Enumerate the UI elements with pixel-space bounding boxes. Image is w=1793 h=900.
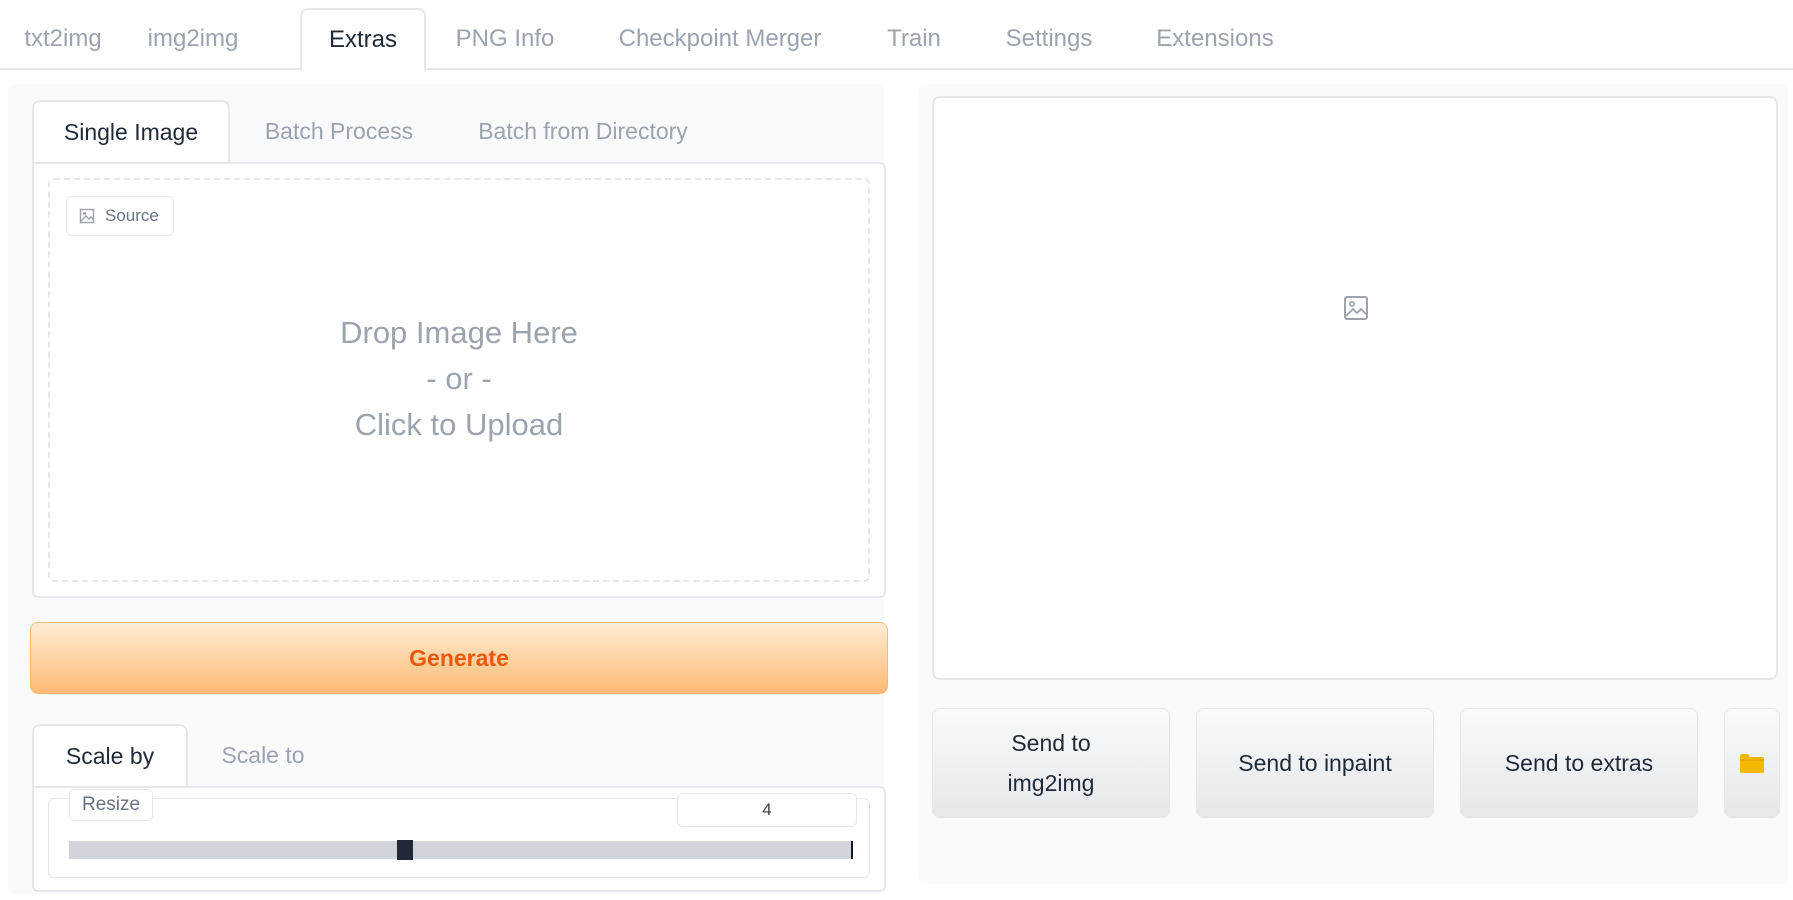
send-to-img2img-button[interactable]: Send to img2img (932, 708, 1170, 818)
tab-txt2img[interactable]: txt2img (0, 8, 126, 70)
tab-scale-to[interactable]: Scale to (198, 724, 328, 786)
output-image-area (932, 96, 1778, 680)
send-to-img2img-line1: Send to (1011, 730, 1091, 756)
send-to-extras-button[interactable]: Send to extras (1460, 708, 1698, 818)
upload-instructions: Drop Image Here - or - Click to Upload (50, 310, 868, 448)
main-tab-bar: txt2img img2img Extras PNG Info Checkpoi… (0, 0, 1793, 72)
resize-slider[interactable] (69, 840, 853, 860)
tab-extensions[interactable]: Extensions (1140, 8, 1290, 70)
or-text: - or - (426, 361, 492, 396)
source-label: Source (66, 196, 174, 236)
tab-checkpoint-merger[interactable]: Checkpoint Merger (600, 8, 840, 70)
send-to-img2img-label: Send to img2img (1008, 723, 1095, 803)
slider-end-marker (851, 841, 853, 859)
image-placeholder-icon (1344, 296, 1368, 320)
tab-img2img[interactable]: img2img (130, 8, 256, 70)
image-icon (79, 208, 95, 224)
tab-train[interactable]: Train (866, 8, 962, 70)
upload-dropzone[interactable]: Source Drop Image Here - or - Click to U… (48, 178, 870, 582)
output-panel: Send to img2img Send to inpaint Send to … (918, 84, 1788, 884)
scale-panel: Resize 4 (32, 786, 886, 892)
send-to-inpaint-button[interactable]: Send to inpaint (1196, 708, 1434, 818)
tab-batch-from-directory[interactable]: Batch from Directory (448, 100, 718, 162)
tab-single-image[interactable]: Single Image (32, 100, 230, 162)
slider-thumb[interactable] (397, 840, 414, 860)
tab-png-info[interactable]: PNG Info (440, 8, 570, 70)
tab-extras[interactable]: Extras (300, 8, 426, 72)
image-upload-area[interactable]: Source Drop Image Here - or - Click to U… (32, 162, 886, 598)
generate-button[interactable]: Generate (30, 622, 888, 694)
tab-scale-by[interactable]: Scale by (32, 724, 188, 786)
folder-icon (1740, 754, 1764, 773)
resize-control: Resize 4 (48, 789, 870, 878)
send-to-img2img-line2: img2img (1007, 770, 1095, 796)
input-panel: Single Image Batch Process Batch from Di… (8, 84, 888, 894)
click-to-upload-text: Click to Upload (354, 407, 564, 442)
resize-value-input[interactable]: 4 (677, 793, 857, 827)
drop-image-text: Drop Image Here (340, 315, 578, 350)
resize-label: Resize (69, 789, 154, 821)
tab-batch-process[interactable]: Batch Process (244, 100, 434, 162)
tab-settings[interactable]: Settings (986, 8, 1112, 70)
source-label-text: Source (105, 206, 159, 225)
open-folder-button[interactable] (1724, 708, 1780, 818)
